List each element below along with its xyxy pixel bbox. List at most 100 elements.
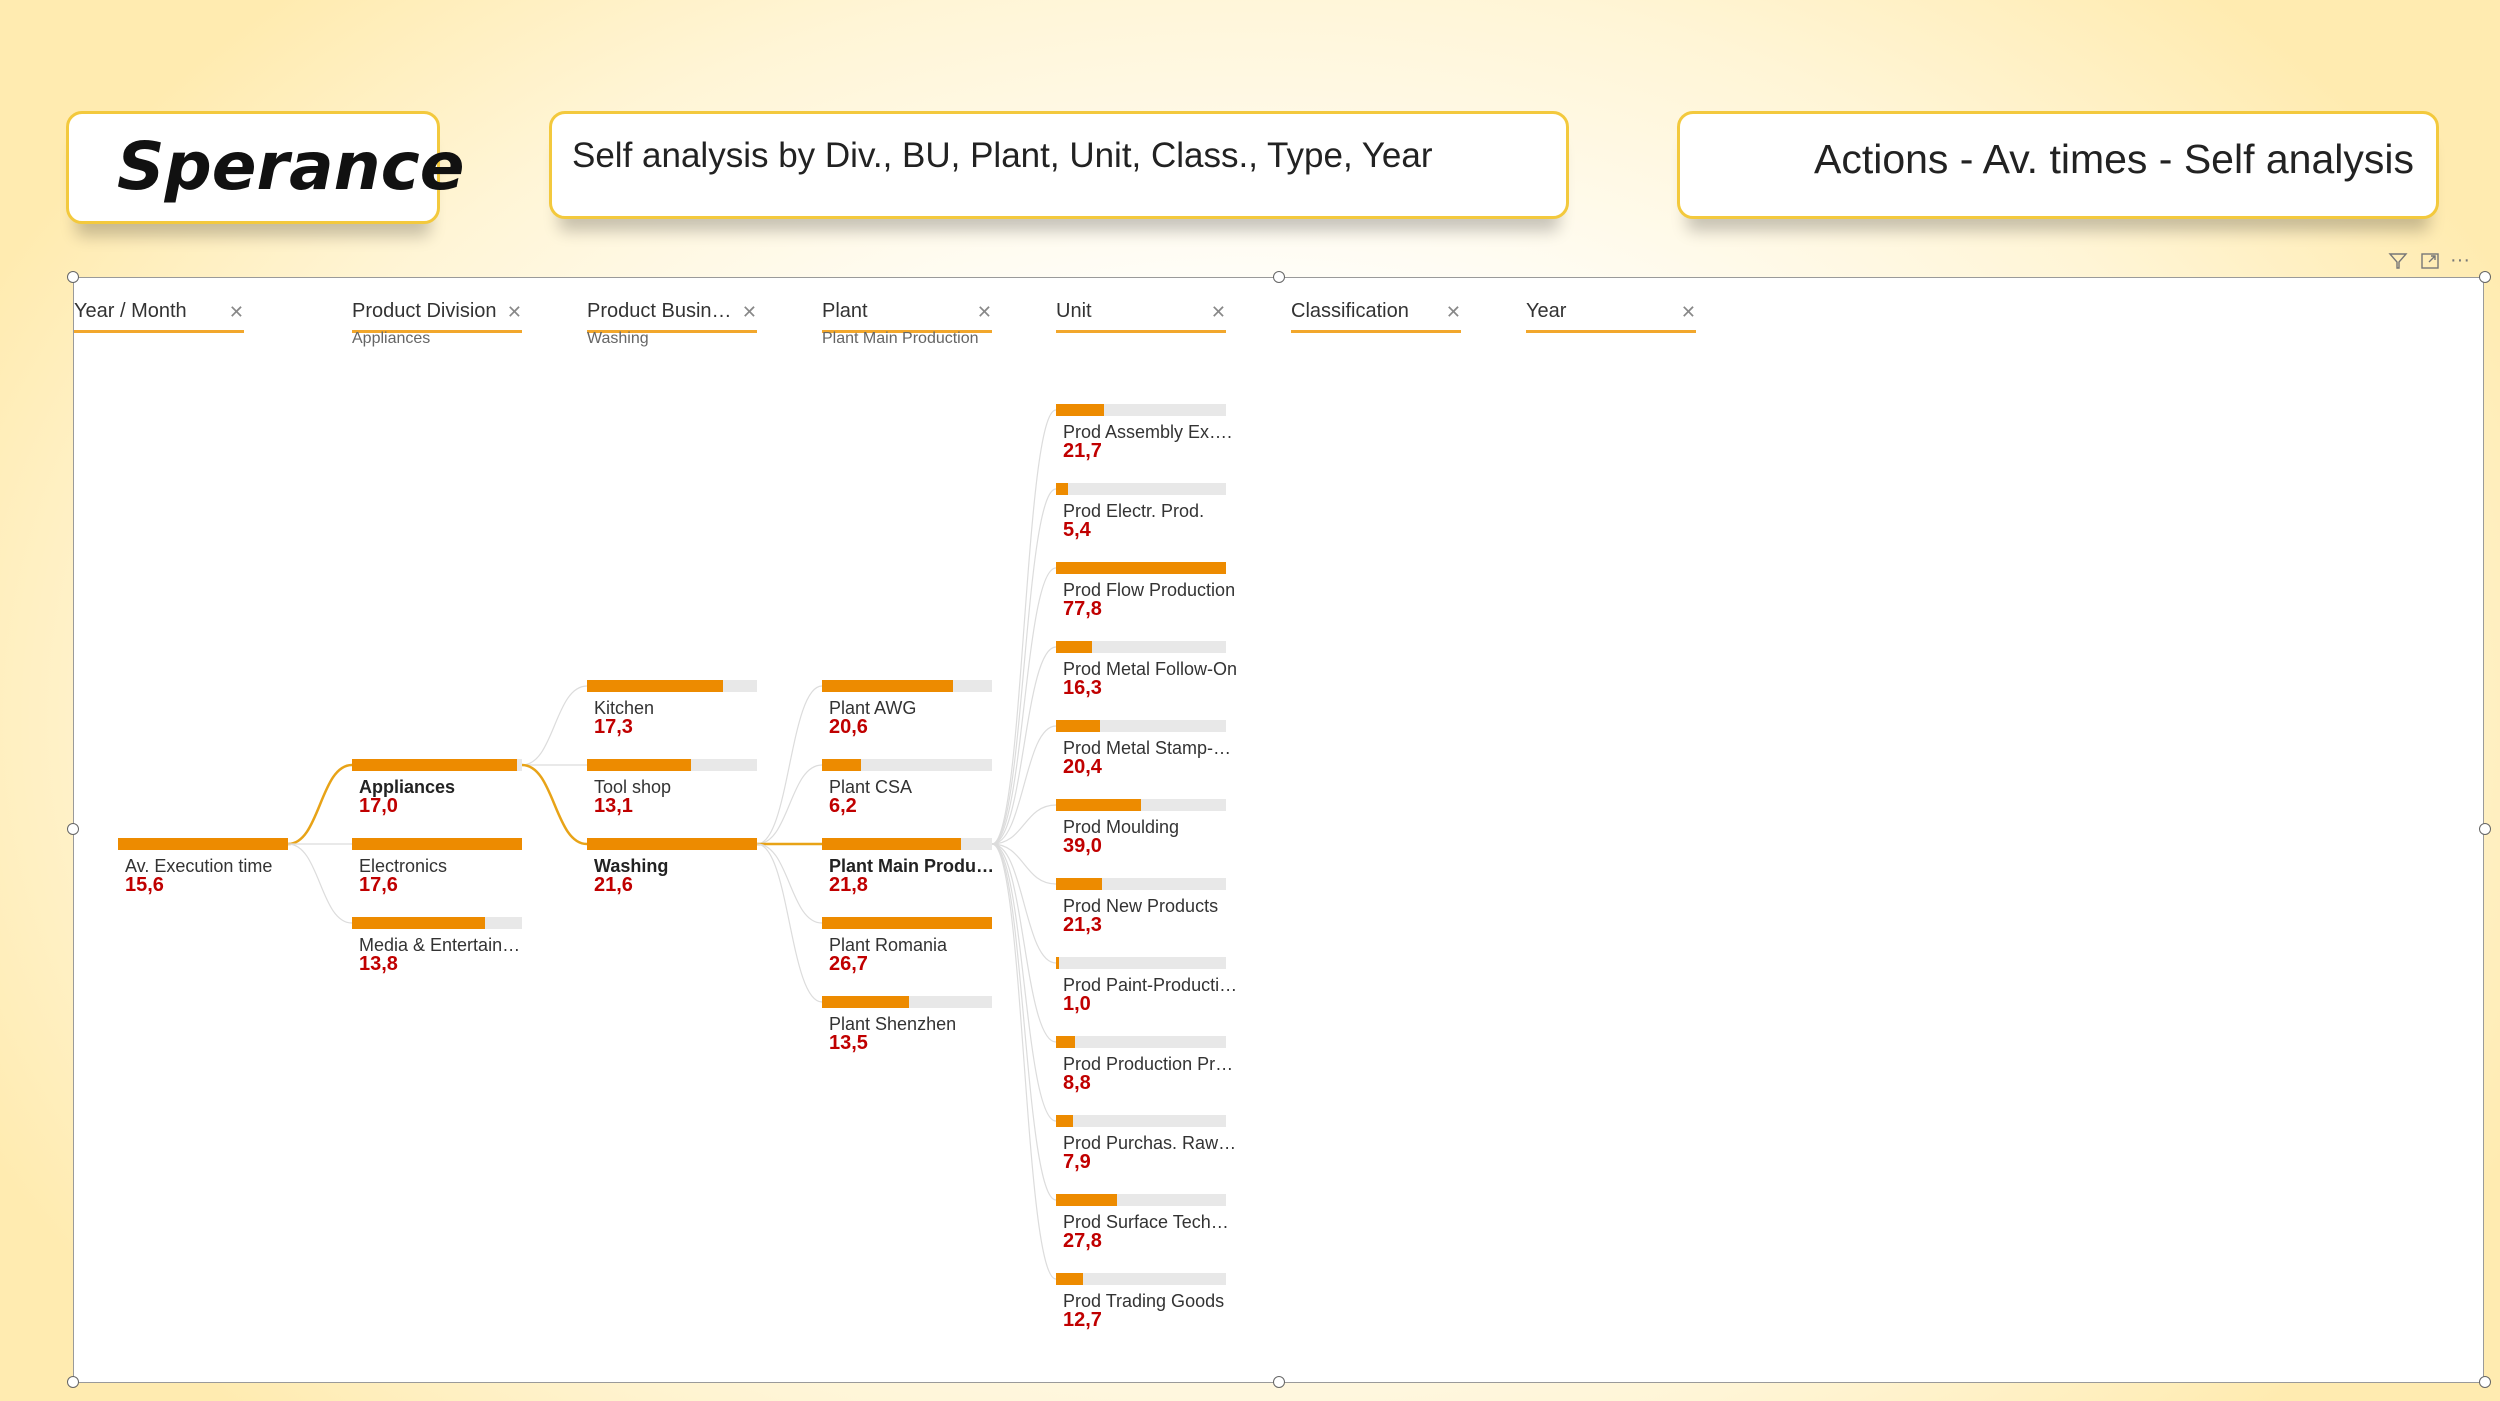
level-header-label: Year bbox=[1526, 300, 1567, 322]
active-connector bbox=[287, 763, 353, 846]
node-bar bbox=[587, 680, 723, 692]
node-value: 15,6 bbox=[125, 874, 164, 896]
node-bar-track bbox=[1056, 1036, 1226, 1048]
level-header-label: Plant bbox=[822, 300, 868, 322]
node-bar bbox=[822, 917, 992, 929]
level-header[interactable]: Classification ✕ bbox=[1291, 300, 1461, 333]
connector bbox=[991, 843, 1057, 1280]
level-header[interactable]: Year / Month ✕ bbox=[74, 300, 244, 333]
node-bar bbox=[587, 838, 757, 850]
remove-level-icon[interactable]: ✕ bbox=[1211, 302, 1226, 323]
resize-handle[interactable] bbox=[67, 1376, 79, 1388]
node-bar bbox=[1056, 1273, 1083, 1285]
page-title-box: Self analysis by Div., BU, Plant, Unit, … bbox=[549, 111, 1569, 219]
level-header[interactable]: Year ✕ bbox=[1526, 300, 1696, 333]
remove-level-icon[interactable]: ✕ bbox=[1446, 302, 1461, 323]
node-bar bbox=[1056, 1194, 1117, 1206]
resize-handle[interactable] bbox=[2479, 823, 2491, 835]
connector bbox=[991, 646, 1057, 845]
node-value: 5,4 bbox=[1063, 519, 1091, 541]
node-value: 21,3 bbox=[1063, 914, 1102, 936]
level-header-label: Product Busine… bbox=[587, 300, 737, 322]
node-value: 20,4 bbox=[1063, 756, 1102, 778]
node-bar bbox=[822, 680, 953, 692]
node-value: 20,6 bbox=[829, 716, 868, 738]
node-bar bbox=[822, 838, 961, 850]
level-header-label: Product Division bbox=[352, 300, 497, 322]
level-header[interactable]: Product Busine… ✕ bbox=[587, 300, 757, 333]
level-header[interactable]: Product Division ✕ bbox=[352, 300, 522, 333]
node-value: 77,8 bbox=[1063, 598, 1102, 620]
node-value: 6,2 bbox=[829, 795, 857, 817]
node-bar bbox=[1056, 641, 1092, 653]
node-value: 39,0 bbox=[1063, 835, 1102, 857]
resize-handle[interactable] bbox=[1273, 271, 1285, 283]
remove-level-icon[interactable]: ✕ bbox=[1681, 302, 1696, 323]
node-value: 26,7 bbox=[829, 953, 868, 975]
connector bbox=[991, 843, 1057, 1122]
node-bar bbox=[118, 838, 288, 850]
remove-level-icon[interactable]: ✕ bbox=[977, 302, 992, 323]
node-value: 17,6 bbox=[359, 874, 398, 896]
node-bar bbox=[1056, 562, 1226, 574]
level-header[interactable]: Plant ✕ bbox=[822, 300, 992, 333]
node-bar bbox=[1056, 720, 1100, 732]
node-bar bbox=[822, 759, 861, 771]
node-value: 17,3 bbox=[594, 716, 633, 738]
node-value: 16,3 bbox=[1063, 677, 1102, 699]
node-bar bbox=[1056, 1036, 1075, 1048]
resize-handle[interactable] bbox=[67, 271, 79, 283]
node-bar bbox=[587, 759, 691, 771]
remove-level-icon[interactable]: ✕ bbox=[742, 302, 757, 323]
node-bar bbox=[1056, 799, 1141, 811]
node-bar bbox=[822, 996, 909, 1008]
node-bar-track bbox=[1056, 483, 1226, 495]
visual-toolbar: ··· bbox=[2388, 249, 2478, 273]
level-header-label: Classification bbox=[1291, 300, 1409, 322]
decomposition-tree-visual[interactable]: Av. Execution time 15,6 Appliances 17,0 Elec… bbox=[73, 277, 2484, 1383]
connector bbox=[521, 685, 588, 766]
node-bar bbox=[1056, 957, 1059, 969]
node-value: 21,8 bbox=[829, 874, 868, 896]
resize-handle[interactable] bbox=[2479, 271, 2491, 283]
logo: Sperance bbox=[117, 128, 465, 205]
node-bar bbox=[352, 759, 517, 771]
connector bbox=[991, 804, 1057, 845]
node-value: 12,7 bbox=[1063, 1309, 1102, 1331]
actions-title[interactable]: Actions - Av. times - Self analysis bbox=[1814, 136, 2414, 183]
level-selected-value: Appliances bbox=[352, 330, 431, 347]
node-bar bbox=[352, 917, 485, 929]
level-selected-value: Plant Main Production bbox=[822, 330, 979, 347]
resize-handle[interactable] bbox=[67, 823, 79, 835]
level-selected-value: Washing bbox=[587, 330, 649, 347]
node-bar-track bbox=[1056, 957, 1226, 969]
level-header-label: Unit bbox=[1056, 300, 1092, 322]
node-value: 8,8 bbox=[1063, 1072, 1091, 1094]
level-header[interactable]: Unit ✕ bbox=[1056, 300, 1226, 333]
resize-handle[interactable] bbox=[2479, 1376, 2491, 1388]
node-value: 27,8 bbox=[1063, 1230, 1102, 1252]
node-bar-track bbox=[1056, 1115, 1226, 1127]
resize-handle[interactable] bbox=[1273, 1376, 1285, 1388]
node-bar bbox=[352, 838, 522, 850]
filter-icon[interactable] bbox=[2388, 251, 2408, 277]
node-value: 1,0 bbox=[1063, 993, 1091, 1015]
node-value: 13,5 bbox=[829, 1032, 868, 1054]
logo-box: Sperance bbox=[66, 111, 465, 224]
node-bar bbox=[1056, 483, 1068, 495]
level-header-label: Year / Month bbox=[74, 300, 187, 322]
more-options-icon[interactable]: ··· bbox=[2450, 249, 2470, 272]
node-bar bbox=[1056, 1115, 1073, 1127]
node-bar bbox=[1056, 404, 1104, 416]
node-value: 7,9 bbox=[1063, 1151, 1091, 1173]
remove-level-icon[interactable]: ✕ bbox=[229, 302, 244, 323]
node-value: 13,1 bbox=[594, 795, 633, 817]
node-value: 21,6 bbox=[594, 874, 633, 896]
node-value: 13,8 bbox=[359, 953, 398, 975]
remove-level-icon[interactable]: ✕ bbox=[507, 302, 522, 323]
node-value: 17,0 bbox=[359, 795, 398, 817]
focus-mode-icon[interactable] bbox=[2420, 251, 2440, 277]
tree-connectors bbox=[287, 409, 1057, 1280]
page-title: Self analysis by Div., BU, Plant, Unit, … bbox=[572, 136, 1433, 175]
actions-title-box[interactable]: Actions - Av. times - Self analysis bbox=[1677, 111, 2439, 219]
